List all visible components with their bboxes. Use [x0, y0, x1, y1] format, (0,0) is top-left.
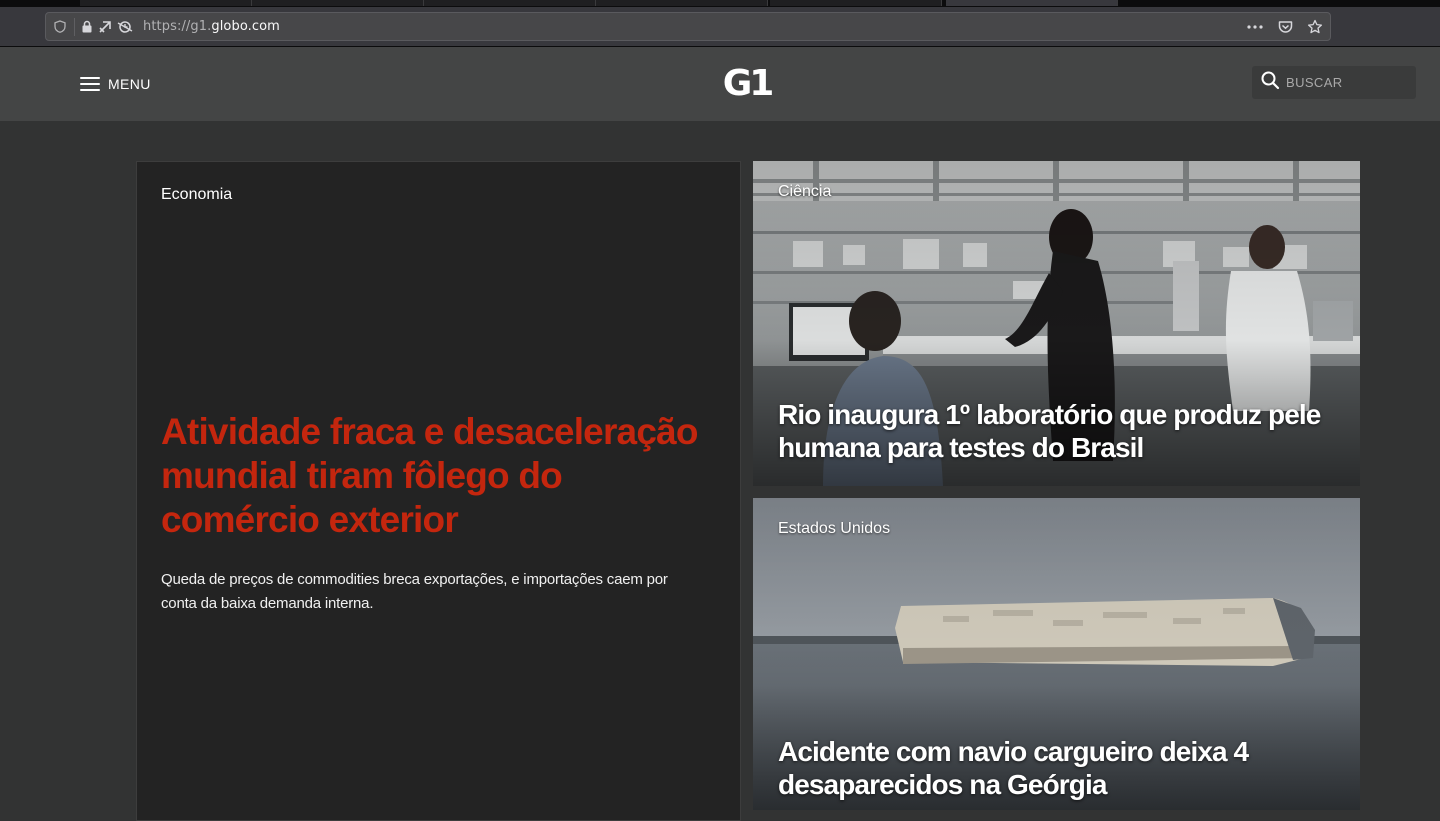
- search-box[interactable]: [1252, 66, 1416, 99]
- main-summary: Queda de preços de commodities breca exp…: [161, 571, 668, 612]
- url-prefix: https://g1.: [143, 19, 212, 34]
- side-headline[interactable]: Acidente com navio cargueiro deixa 4 des…: [778, 735, 1338, 801]
- shield-icon[interactable]: [46, 13, 74, 40]
- pocket-icon[interactable]: [1276, 13, 1294, 40]
- browser-tab[interactable]: [80, 0, 252, 6]
- side-headline[interactable]: Rio inaugura 1º laboratório que produz p…: [778, 398, 1338, 464]
- browser-tab[interactable]: [252, 0, 424, 6]
- menu-button[interactable]: MENU: [80, 73, 151, 95]
- section-label[interactable]: Economia: [161, 186, 232, 204]
- browser-tab[interactable]: [424, 0, 596, 6]
- bookmark-star-icon[interactable]: [1306, 13, 1324, 40]
- hamburger-icon: [80, 77, 100, 91]
- search-icon[interactable]: [1260, 70, 1280, 95]
- main-headline[interactable]: Atividade fraca e desaceleração mundial …: [161, 410, 701, 542]
- side-story-card[interactable]: Ciência Rio inaugura 1º laboratório que …: [753, 161, 1360, 486]
- more-actions-icon[interactable]: [1246, 13, 1264, 40]
- url-separator: [74, 17, 75, 36]
- browser-tab[interactable]: [770, 0, 942, 6]
- browser-tab[interactable]: [596, 0, 768, 6]
- main-story-card[interactable]: Economia Atividade fraca e desaceleração…: [136, 161, 741, 821]
- url-text[interactable]: https://g1.globo.com: [143, 19, 280, 34]
- section-label[interactable]: Ciência: [778, 183, 831, 201]
- side-story-card[interactable]: Estados Unidos Acidente com navio cargue…: [753, 498, 1360, 810]
- url-domain: globo.com: [211, 19, 280, 34]
- url-bar[interactable]: https://g1.globo.com: [45, 12, 1331, 41]
- tracking-protection-icon[interactable]: [115, 13, 135, 40]
- section-label[interactable]: Estados Unidos: [778, 520, 890, 538]
- browser-tab-active[interactable]: [946, 0, 1118, 6]
- lock-icon[interactable]: [79, 13, 95, 40]
- browser-toolbar: https://g1.globo.com: [0, 7, 1440, 47]
- browser-tabstrip: [0, 0, 1440, 7]
- permissions-icon[interactable]: [95, 13, 115, 40]
- menu-label: MENU: [108, 76, 151, 92]
- g1-logo[interactable]: G1: [718, 63, 776, 104]
- site-header: MENU G1: [0, 47, 1440, 121]
- search-input[interactable]: [1284, 74, 1410, 91]
